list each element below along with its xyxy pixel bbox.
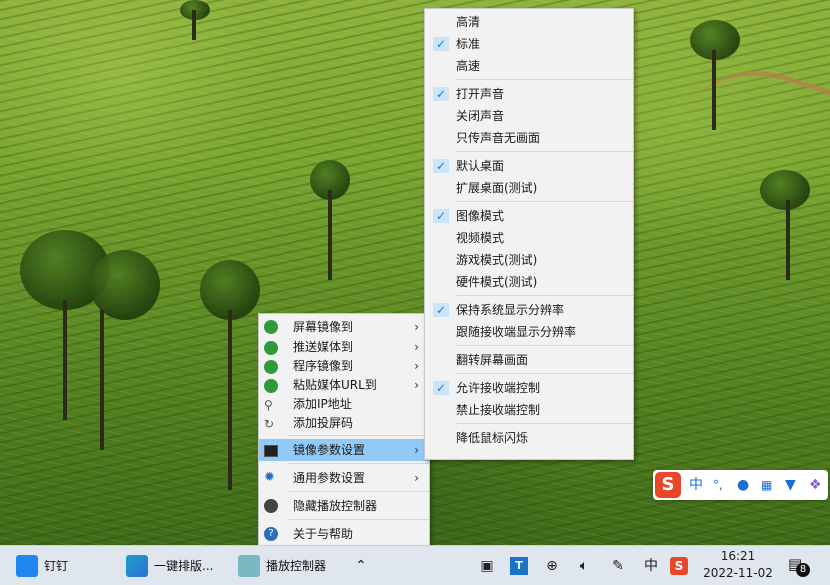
taskbar-app-typeset[interactable]: 一键排版... [126, 546, 213, 585]
dingtalk-icon [16, 554, 38, 577]
submenu-item-sound-off[interactable]: 关闭声音 [425, 105, 633, 127]
submenu-item-video-mode[interactable]: 视频模式 [425, 227, 633, 249]
chevron-right-icon: › [414, 340, 419, 354]
submenu-item-allow-control[interactable]: ✓ 允许接收端控制 [425, 377, 633, 399]
menu-separator [455, 151, 633, 152]
menu-item-about[interactable]: ? 关于与帮助 [259, 523, 429, 545]
chevron-right-icon: › [414, 378, 419, 392]
submenu-item-standard[interactable]: ✓ 标准 [425, 33, 633, 55]
menu-separator [289, 435, 429, 436]
clock[interactable]: 16:21 2022-11-02 [700, 548, 776, 582]
taskbar: 钉钉 一键排版... 播放控制器 ⌃ ▣ T ⊕ 🔈︎ ✎ 中 S 16:21 … [0, 545, 830, 585]
context-menu: 屏幕镜像到 › 推送媒体到 › 程序镜像到 › 粘贴媒体URL到 › ⚲ 添加I… [258, 313, 430, 569]
tray-app-icon[interactable]: ▣ [478, 557, 496, 575]
menu-item-hide-controller[interactable]: 隐藏播放控制器 [259, 495, 429, 517]
menu-item-mirror-screen[interactable]: 屏幕镜像到 › [259, 316, 429, 338]
typeset-icon [126, 554, 148, 577]
menu-separator [455, 295, 633, 296]
notification-badge: 8 [796, 563, 810, 577]
apps-grid-icon[interactable]: ❖ [809, 476, 822, 494]
submenu-item-default-desktop[interactable]: ✓ 默认桌面 [425, 155, 633, 177]
checkmark-icon: ✓ [433, 159, 449, 173]
submenu-item-deny-control[interactable]: 禁止接收端控制 [425, 399, 633, 421]
chevron-right-icon: › [414, 443, 419, 457]
submenu-item-follow-resolution[interactable]: 跟随接收端显示分辨率 [425, 321, 633, 343]
menu-separator [455, 373, 633, 374]
checkmark-icon: ✓ [433, 87, 449, 101]
ime-mode[interactable]: 中 [689, 476, 703, 494]
chevron-right-icon: › [414, 320, 419, 334]
pen-icon[interactable]: ✎ [609, 557, 627, 575]
search-icon: ⚲ [264, 398, 273, 412]
chevron-up-icon[interactable]: ⌃ [352, 557, 370, 575]
microphone-icon[interactable]: ● [737, 476, 749, 494]
player-controller-icon [238, 554, 260, 577]
notification-center[interactable]: ▤ 8 [788, 555, 810, 577]
paste-url-icon [264, 379, 278, 393]
submenu-item-hardware-mode[interactable]: 硬件模式(测试) [425, 271, 633, 293]
wallpaper-path [677, 50, 830, 195]
tray-t-icon[interactable]: T [510, 557, 528, 575]
refresh-icon: ↻ [264, 417, 275, 431]
taskbar-app-dingtalk[interactable]: 钉钉 [16, 546, 68, 585]
ime-punct[interactable]: °, [713, 476, 723, 494]
menu-separator [455, 423, 633, 424]
menu-item-add-ip[interactable]: ⚲ 添加IP地址 [259, 395, 429, 414]
submenu-item-keep-resolution[interactable]: ✓ 保持系统显示分辨率 [425, 299, 633, 321]
submenu-item-fast[interactable]: 高速 [425, 55, 633, 77]
menu-item-paste-url[interactable]: 粘贴媒体URL到 › [259, 376, 429, 395]
monitor-settings-icon [264, 445, 278, 457]
checkmark-icon: ✓ [433, 381, 449, 395]
menu-item-mirror-settings[interactable]: 镜像参数设置 › [259, 439, 429, 461]
taskbar-app-player-controller[interactable]: 播放控制器 [238, 546, 326, 585]
sogou-logo-icon[interactable]: S [655, 472, 681, 498]
submenu-item-flip-screen[interactable]: 翻转屏幕画面 [425, 349, 633, 371]
ime-toolbar: S 中 °, ● ▦ ▼ ❖ [653, 470, 828, 500]
menu-item-mirror-program[interactable]: 程序镜像到 › [259, 357, 429, 376]
ime-indicator[interactable]: 中 [642, 557, 660, 575]
stop-icon [264, 499, 278, 513]
menu-separator [289, 519, 429, 520]
menu-separator [455, 345, 633, 346]
menu-separator [289, 491, 429, 492]
submenu-item-image-mode[interactable]: ✓ 图像模式 [425, 205, 633, 227]
submenu-item-hd[interactable]: 高清 [425, 11, 633, 33]
mirror-program-icon [264, 360, 278, 374]
menu-separator [455, 79, 633, 80]
checkmark-icon: ✓ [433, 37, 449, 51]
chevron-right-icon: › [414, 359, 419, 373]
submenu-item-reduce-flicker[interactable]: 降低鼠标闪烁 [425, 427, 633, 449]
menu-separator [455, 201, 633, 202]
gear-icon: ✹ [264, 470, 275, 485]
mirror-screen-icon [264, 320, 278, 334]
menu-separator [289, 463, 429, 464]
menu-item-general-settings[interactable]: ✹ 通用参数设置 › [259, 467, 429, 489]
sogou-icon[interactable]: S [670, 557, 688, 575]
submenu-item-game-mode[interactable]: 游戏模式(测试) [425, 249, 633, 271]
submenu-item-sound-on[interactable]: ✓ 打开声音 [425, 83, 633, 105]
network-icon[interactable]: ⊕ [543, 557, 561, 575]
chevron-right-icon: › [414, 471, 419, 485]
submenu-item-audio-only[interactable]: 只传声音无画面 [425, 127, 633, 149]
menu-item-push-media[interactable]: 推送媒体到 › [259, 338, 429, 357]
checkmark-icon: ✓ [433, 209, 449, 223]
wallpaper-tree [760, 170, 810, 210]
keyboard-icon[interactable]: ▦ [761, 476, 772, 494]
submenu-item-extended-desktop[interactable]: 扩展桌面(测试) [425, 177, 633, 199]
push-media-icon [264, 341, 278, 355]
menu-item-add-code[interactable]: ↻ 添加投屏码 [259, 414, 429, 433]
checkmark-icon: ✓ [433, 303, 449, 317]
mirror-settings-submenu: 高清 ✓ 标准 高速 ✓ 打开声音 关闭声音 只传声音无画面 ✓ 默认桌面 扩展桌面(… [424, 8, 634, 460]
volume-icon[interactable]: 🔈︎ [575, 557, 593, 575]
skin-icon[interactable]: ▼ [785, 476, 796, 494]
help-icon: ? [264, 527, 278, 541]
